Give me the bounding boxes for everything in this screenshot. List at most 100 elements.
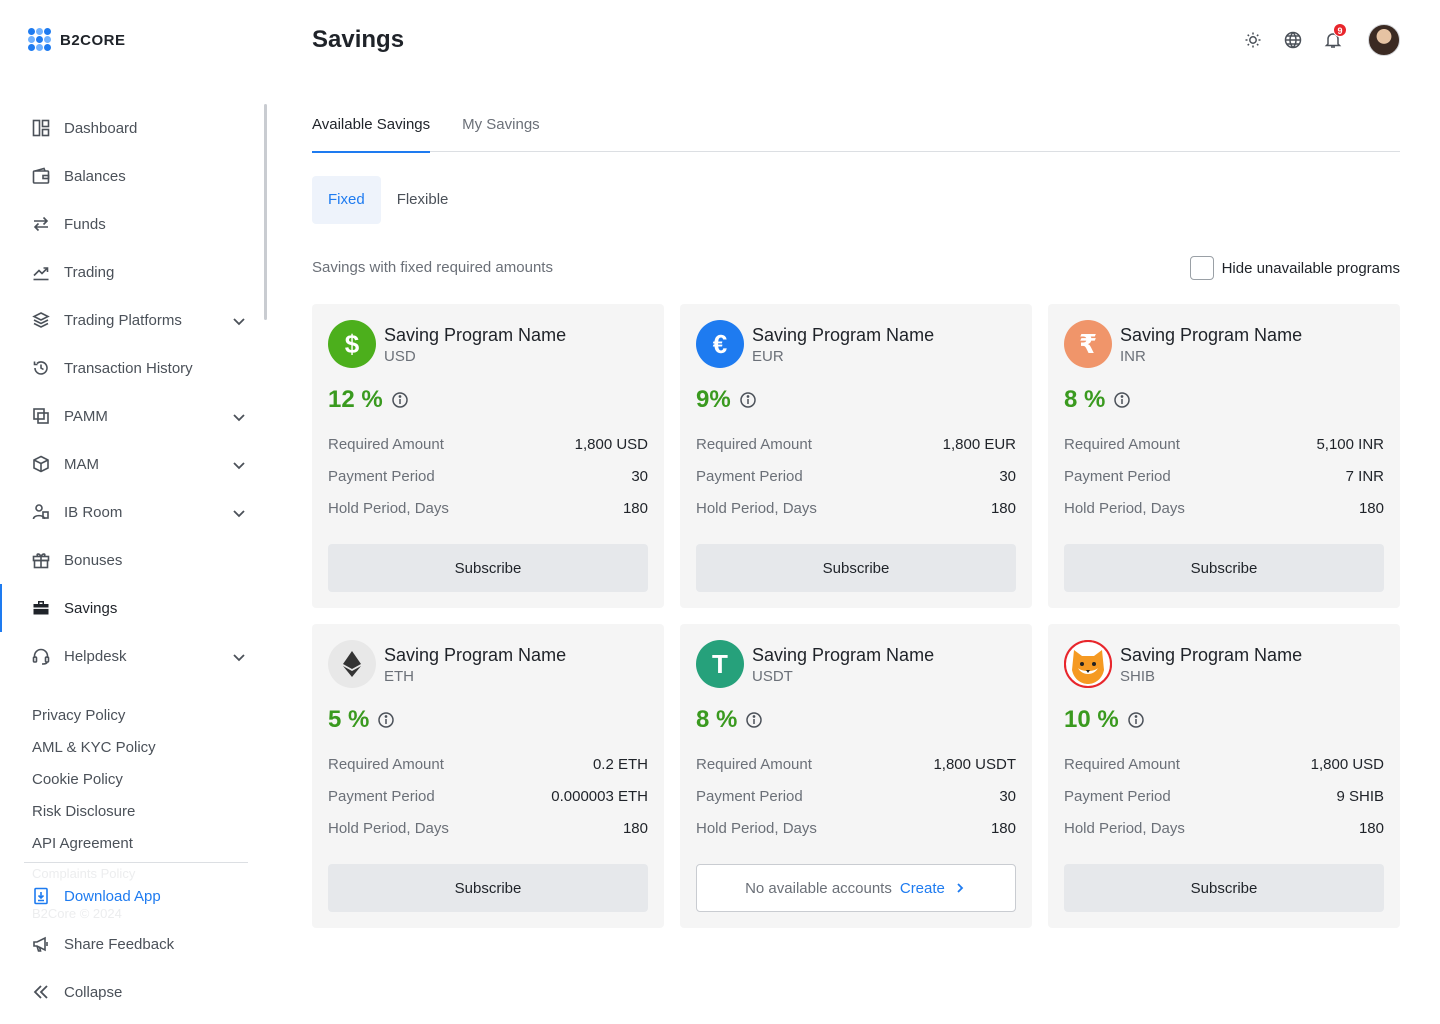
tab-fixed[interactable]: Fixed xyxy=(312,176,381,224)
hold-period-label: Hold Period, Days xyxy=(696,819,817,837)
trending-up-icon xyxy=(32,263,50,281)
tab-available-savings[interactable]: Available Savings xyxy=(312,104,431,153)
api-agreement-link[interactable]: API Agreement xyxy=(32,832,156,864)
bell-icon[interactable]: 9 xyxy=(1324,23,1347,49)
savings-program-card: ₹ Saving Program Name INR 8 % Required A… xyxy=(1048,304,1400,608)
required-amount-label: Required Amount xyxy=(328,755,444,773)
subscribe-button[interactable]: Subscribe xyxy=(1064,864,1384,912)
chevron-down-icon[interactable] xyxy=(230,504,248,522)
wallet-icon xyxy=(32,167,50,185)
hold-period-value: 180 xyxy=(1358,499,1384,517)
sun-icon[interactable] xyxy=(1244,31,1262,49)
rate-row: 5 % xyxy=(328,704,648,736)
program-details: Required Amount 0.2 ETH Payment Period 0… xyxy=(328,748,648,844)
sidebar-item-dashboard[interactable]: Dashboard xyxy=(0,104,264,152)
info-icon[interactable] xyxy=(377,711,395,729)
sidebar-item-helpdesk[interactable]: Helpdesk xyxy=(0,632,264,680)
program-details: Required Amount 1,800 USD Payment Period… xyxy=(1064,748,1384,844)
required-amount-label: Required Amount xyxy=(1064,435,1180,453)
sidebar-divider xyxy=(24,862,248,863)
history-icon xyxy=(32,359,50,377)
info-icon[interactable] xyxy=(739,391,757,409)
subscribe-button[interactable]: Subscribe xyxy=(328,544,648,592)
tab-flexible[interactable]: Flexible xyxy=(381,176,465,224)
page-title: Savings xyxy=(312,26,405,53)
subscribe-button[interactable]: Subscribe xyxy=(328,864,648,912)
program-currency: SHIB xyxy=(1120,668,1156,685)
required-amount-value: 1,800 USD xyxy=(574,435,648,453)
sidebar-item-label: Transaction History xyxy=(64,359,193,377)
brand-logo[interactable]: B2CORE xyxy=(28,28,126,52)
sidebar-item-pamm[interactable]: PAMM xyxy=(0,392,264,440)
sidebar-scrollbar[interactable] xyxy=(264,104,267,320)
hold-period-value: 180 xyxy=(990,499,1016,517)
sidebar-item-transaction-history[interactable]: Transaction History xyxy=(0,344,264,392)
tab-my-savings[interactable]: My Savings xyxy=(462,104,540,152)
chevron-down-icon[interactable] xyxy=(230,312,248,330)
sidebar-item-label: Savings xyxy=(64,599,118,617)
no-accounts-create-button[interactable]: No available accounts Create xyxy=(696,864,1016,912)
required-amount-value: 1,800 USD xyxy=(1310,755,1384,773)
collapse-sidebar-button[interactable]: Collapse xyxy=(0,968,264,1016)
hold-period-label: Hold Period, Days xyxy=(328,499,449,517)
program-currency: USD xyxy=(384,348,416,365)
share-feedback-button[interactable]: Share Feedback xyxy=(0,920,264,968)
info-icon[interactable] xyxy=(745,711,763,729)
required-amount-row: Required Amount 1,800 USDT xyxy=(696,748,1016,780)
headset-icon xyxy=(32,647,50,665)
required-amount-value: 0.2 ETH xyxy=(592,755,648,773)
avatar[interactable] xyxy=(1368,24,1400,56)
info-icon[interactable] xyxy=(1127,711,1145,729)
subscribe-button[interactable]: Subscribe xyxy=(1064,544,1384,592)
rate-row: 10 % xyxy=(1064,704,1384,736)
hide-unavailable-toggle[interactable]: Hide unavailable programs xyxy=(1189,256,1400,280)
risk-disclosure-link[interactable]: Risk Disclosure xyxy=(32,800,156,832)
hold-period-label: Hold Period, Days xyxy=(328,819,449,837)
payment-period-row: Payment Period 30 xyxy=(696,460,1016,492)
program-name: Saving Program Name xyxy=(384,645,567,665)
program-name: Saving Program Name xyxy=(384,325,567,345)
chevron-down-icon[interactable] xyxy=(230,648,248,666)
hold-period-row: Hold Period, Days 180 xyxy=(1064,812,1384,844)
info-icon[interactable] xyxy=(1113,391,1131,409)
privacy-policy-link[interactable]: Privacy Policy xyxy=(32,704,156,736)
cookie-policy-link[interactable]: Cookie Policy xyxy=(32,768,156,800)
sidebar-item-mam[interactable]: MAM xyxy=(0,440,264,488)
sidebar-item-trading[interactable]: Trading xyxy=(0,248,264,296)
download-app-label: Download App xyxy=(64,887,161,905)
sidebar-item-ib-room[interactable]: IB Room xyxy=(0,488,264,536)
sidebar-item-trading-platforms[interactable]: Trading Platforms xyxy=(0,296,264,344)
card-title-group: Saving Program Name INR xyxy=(1120,320,1302,366)
share-feedback-label: Share Feedback xyxy=(64,935,175,953)
savings-program-card: T Saving Program Name USDT 8 % Required … xyxy=(680,624,1032,928)
sidebar-item-balances[interactable]: Balances xyxy=(0,152,264,200)
box-icon xyxy=(32,455,50,473)
hold-period-label: Hold Period, Days xyxy=(696,499,817,517)
subscribe-button[interactable]: Subscribe xyxy=(696,544,1016,592)
rate-row: 8 % xyxy=(1064,384,1384,416)
create-account-link[interactable]: Create xyxy=(900,880,945,897)
card-header: T Saving Program Name USDT xyxy=(696,640,1016,688)
savings-tabs: Available Savings My Savings xyxy=(312,104,1400,153)
hide-unavailable-checkbox[interactable] xyxy=(1189,256,1214,280)
download-icon xyxy=(32,887,50,905)
double-chevron-left-icon xyxy=(32,983,50,1001)
chevron-down-icon[interactable] xyxy=(230,408,248,426)
hold-period-row: Hold Period, Days 180 xyxy=(696,812,1016,844)
card-title-group: Saving Program Name USDT xyxy=(752,640,934,686)
download-app-button[interactable]: Download App xyxy=(0,872,264,920)
aml-kyc-policy-link[interactable]: AML & KYC Policy xyxy=(32,736,156,768)
info-icon[interactable] xyxy=(391,391,409,409)
payment-period-value: 30 xyxy=(999,787,1016,805)
chevron-down-icon[interactable] xyxy=(230,456,248,474)
sidebar-item-savings[interactable]: Savings xyxy=(0,584,264,632)
hold-period-row: Hold Period, Days 180 xyxy=(696,492,1016,524)
b2core-logo-icon xyxy=(28,28,52,52)
sidebar-item-label: Balances xyxy=(64,167,126,185)
sidebar-item-bonuses[interactable]: Bonuses xyxy=(0,536,264,584)
required-amount-row: Required Amount 5,100 INR xyxy=(1064,428,1384,460)
program-details: Required Amount 1,800 USDT Payment Perio… xyxy=(696,748,1016,844)
sidebar-item-label: Bonuses xyxy=(64,551,123,569)
globe-icon[interactable] xyxy=(1284,31,1302,49)
sidebar-item-funds[interactable]: Funds xyxy=(0,200,264,248)
